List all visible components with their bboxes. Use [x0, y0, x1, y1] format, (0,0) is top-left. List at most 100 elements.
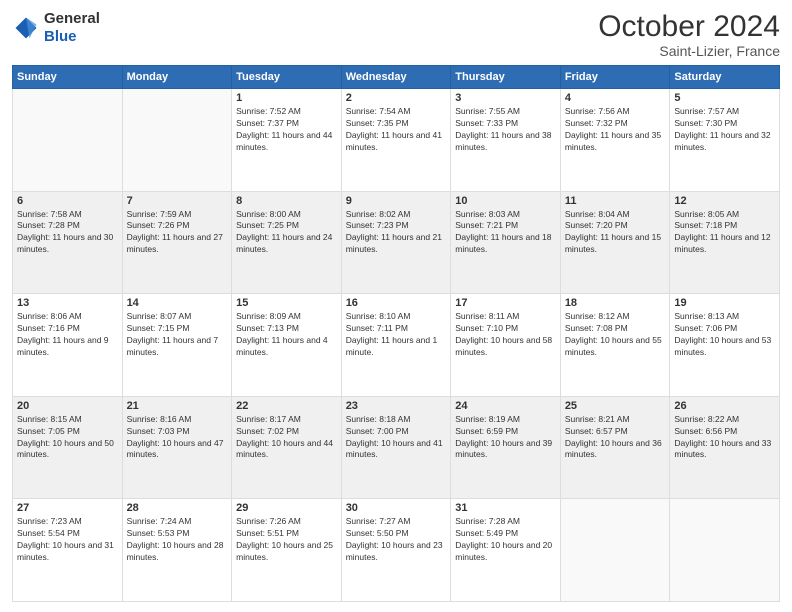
- calendar-week-row: 6 Sunrise: 7:58 AM Sunset: 7:28 PM Daylig…: [13, 191, 780, 294]
- day-number: 5: [674, 92, 775, 104]
- day-info: Sunrise: 8:10 AM Sunset: 7:11 PM Dayligh…: [346, 311, 447, 359]
- table-row: 29 Sunrise: 7:26 AM Sunset: 5:51 PM Dayli…: [232, 499, 342, 602]
- page-header: General Blue October 2024 Saint-Lizier, …: [12, 10, 780, 59]
- day-info: Sunrise: 8:13 AM Sunset: 7:06 PM Dayligh…: [674, 311, 775, 359]
- day-info: Sunrise: 8:15 AM Sunset: 7:05 PM Dayligh…: [17, 414, 118, 462]
- table-row: 10 Sunrise: 8:03 AM Sunset: 7:21 PM Dayli…: [451, 191, 561, 294]
- table-row: 28 Sunrise: 7:24 AM Sunset: 5:53 PM Dayli…: [122, 499, 232, 602]
- table-row: 3Sunrise: 7:55 AM Sunset: 7:33 PM Daylig…: [451, 89, 561, 192]
- logo-icon: [12, 14, 40, 42]
- day-number: 4: [565, 92, 666, 104]
- day-number: 26: [674, 400, 775, 412]
- table-row: [13, 89, 123, 192]
- day-number: 19: [674, 297, 775, 309]
- month-title: October 2024: [598, 10, 780, 43]
- table-row: 17 Sunrise: 8:11 AM Sunset: 7:10 PM Dayli…: [451, 294, 561, 397]
- day-number: 12: [674, 195, 775, 207]
- day-number: 16: [346, 297, 447, 309]
- day-number: 22: [236, 400, 337, 412]
- table-row: 2Sunrise: 7:54 AM Sunset: 7:35 PM Daylig…: [341, 89, 451, 192]
- table-row: 9 Sunrise: 8:02 AM Sunset: 7:23 PM Daylig…: [341, 191, 451, 294]
- col-wednesday: Wednesday: [341, 66, 451, 89]
- col-monday: Monday: [122, 66, 232, 89]
- day-info: Sunrise: 8:00 AM Sunset: 7:25 PM Dayligh…: [236, 209, 337, 257]
- location-title: Saint-Lizier, France: [598, 43, 780, 59]
- day-number: 8: [236, 195, 337, 207]
- day-number: 23: [346, 400, 447, 412]
- table-row: [560, 499, 670, 602]
- day-info: Sunrise: 8:04 AM Sunset: 7:20 PM Dayligh…: [565, 209, 666, 257]
- day-number: 10: [455, 195, 556, 207]
- day-info: Sunrise: 7:28 AM Sunset: 5:49 PM Dayligh…: [455, 516, 556, 564]
- day-number: 13: [17, 297, 118, 309]
- day-number: 11: [565, 195, 666, 207]
- table-row: 5 Sunrise: 7:57 AM Sunset: 7:30 PM Daylig…: [670, 89, 780, 192]
- day-number: 2: [346, 92, 447, 104]
- col-tuesday: Tuesday: [232, 66, 342, 89]
- day-info: Sunrise: 8:03 AM Sunset: 7:21 PM Dayligh…: [455, 209, 556, 257]
- calendar-week-row: 27Sunrise: 7:23 AM Sunset: 5:54 PM Dayli…: [13, 499, 780, 602]
- table-row: 30Sunrise: 7:27 AM Sunset: 5:50 PM Dayli…: [341, 499, 451, 602]
- table-row: 6 Sunrise: 7:58 AM Sunset: 7:28 PM Daylig…: [13, 191, 123, 294]
- day-number: 25: [565, 400, 666, 412]
- table-row: 31 Sunrise: 7:28 AM Sunset: 5:49 PM Dayli…: [451, 499, 561, 602]
- day-info: Sunrise: 7:23 AM Sunset: 5:54 PM Dayligh…: [17, 516, 118, 564]
- table-row: 7 Sunrise: 7:59 AM Sunset: 7:26 PM Daylig…: [122, 191, 232, 294]
- calendar-table: Sunday Monday Tuesday Wednesday Thursday…: [12, 65, 780, 602]
- logo: General Blue: [12, 10, 100, 46]
- table-row: 12 Sunrise: 8:05 AM Sunset: 7:18 PM Dayli…: [670, 191, 780, 294]
- day-number: 31: [455, 502, 556, 514]
- day-number: 15: [236, 297, 337, 309]
- day-info: Sunrise: 8:02 AM Sunset: 7:23 PM Dayligh…: [346, 209, 447, 257]
- table-row: 24 Sunrise: 8:19 AM Sunset: 6:59 PM Dayli…: [451, 396, 561, 499]
- day-info: Sunrise: 8:11 AM Sunset: 7:10 PM Dayligh…: [455, 311, 556, 359]
- day-number: 28: [127, 502, 228, 514]
- day-number: 29: [236, 502, 337, 514]
- day-info: Sunrise: 8:19 AM Sunset: 6:59 PM Dayligh…: [455, 414, 556, 462]
- calendar-week-row: 13Sunrise: 8:06 AM Sunset: 7:16 PM Dayli…: [13, 294, 780, 397]
- day-number: 7: [127, 195, 228, 207]
- calendar-week-row: 20Sunrise: 8:15 AM Sunset: 7:05 PM Dayli…: [13, 396, 780, 499]
- day-info: Sunrise: 7:55 AM Sunset: 7:33 PM Dayligh…: [455, 106, 556, 154]
- day-info: Sunrise: 8:05 AM Sunset: 7:18 PM Dayligh…: [674, 209, 775, 257]
- day-info: Sunrise: 8:09 AM Sunset: 7:13 PM Dayligh…: [236, 311, 337, 359]
- day-number: 24: [455, 400, 556, 412]
- day-info: Sunrise: 7:24 AM Sunset: 5:53 PM Dayligh…: [127, 516, 228, 564]
- table-row: 22 Sunrise: 8:17 AM Sunset: 7:02 PM Dayli…: [232, 396, 342, 499]
- table-row: 21 Sunrise: 8:16 AM Sunset: 7:03 PM Dayli…: [122, 396, 232, 499]
- day-info: Sunrise: 8:16 AM Sunset: 7:03 PM Dayligh…: [127, 414, 228, 462]
- day-info: Sunrise: 8:18 AM Sunset: 7:00 PM Dayligh…: [346, 414, 447, 462]
- calendar-header-row: Sunday Monday Tuesday Wednesday Thursday…: [13, 66, 780, 89]
- day-info: Sunrise: 8:21 AM Sunset: 6:57 PM Dayligh…: [565, 414, 666, 462]
- day-info: Sunrise: 8:22 AM Sunset: 6:56 PM Dayligh…: [674, 414, 775, 462]
- day-info: Sunrise: 7:52 AM Sunset: 7:37 PM Dayligh…: [236, 106, 337, 154]
- day-info: Sunrise: 7:59 AM Sunset: 7:26 PM Dayligh…: [127, 209, 228, 257]
- table-row: [122, 89, 232, 192]
- table-row: 11 Sunrise: 8:04 AM Sunset: 7:20 PM Dayli…: [560, 191, 670, 294]
- day-info: Sunrise: 8:17 AM Sunset: 7:02 PM Dayligh…: [236, 414, 337, 462]
- table-row: 13Sunrise: 8:06 AM Sunset: 7:16 PM Dayli…: [13, 294, 123, 397]
- table-row: 1Sunrise: 7:52 AM Sunset: 7:37 PM Daylig…: [232, 89, 342, 192]
- table-row: 16 Sunrise: 8:10 AM Sunset: 7:11 PM Dayli…: [341, 294, 451, 397]
- day-info: Sunrise: 8:07 AM Sunset: 7:15 PM Dayligh…: [127, 311, 228, 359]
- calendar-week-row: 1Sunrise: 7:52 AM Sunset: 7:37 PM Daylig…: [13, 89, 780, 192]
- day-number: 9: [346, 195, 447, 207]
- day-info: Sunrise: 8:12 AM Sunset: 7:08 PM Dayligh…: [565, 311, 666, 359]
- table-row: 14Sunrise: 8:07 AM Sunset: 7:15 PM Dayli…: [122, 294, 232, 397]
- day-number: 17: [455, 297, 556, 309]
- col-thursday: Thursday: [451, 66, 561, 89]
- day-number: 18: [565, 297, 666, 309]
- day-number: 21: [127, 400, 228, 412]
- col-saturday: Saturday: [670, 66, 780, 89]
- day-info: Sunrise: 7:57 AM Sunset: 7:30 PM Dayligh…: [674, 106, 775, 154]
- table-row: 20Sunrise: 8:15 AM Sunset: 7:05 PM Dayli…: [13, 396, 123, 499]
- table-row: 19 Sunrise: 8:13 AM Sunset: 7:06 PM Dayli…: [670, 294, 780, 397]
- table-row: 23 Sunrise: 8:18 AM Sunset: 7:00 PM Dayli…: [341, 396, 451, 499]
- day-info: Sunrise: 7:26 AM Sunset: 5:51 PM Dayligh…: [236, 516, 337, 564]
- table-row: 26 Sunrise: 8:22 AM Sunset: 6:56 PM Dayli…: [670, 396, 780, 499]
- day-number: 6: [17, 195, 118, 207]
- day-info: Sunrise: 7:58 AM Sunset: 7:28 PM Dayligh…: [17, 209, 118, 257]
- col-friday: Friday: [560, 66, 670, 89]
- table-row: 8 Sunrise: 8:00 AM Sunset: 7:25 PM Daylig…: [232, 191, 342, 294]
- day-info: Sunrise: 7:56 AM Sunset: 7:32 PM Dayligh…: [565, 106, 666, 154]
